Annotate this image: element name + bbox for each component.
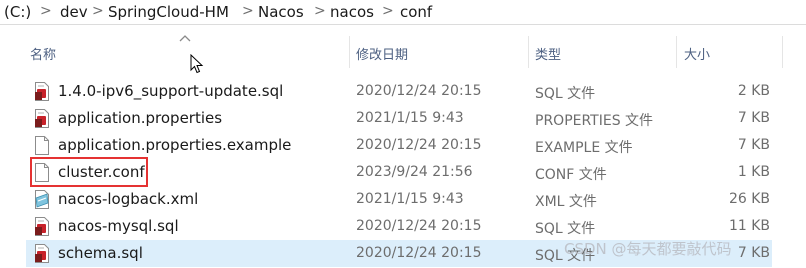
file-type: CONF 文件	[535, 167, 607, 183]
file-row[interactable]: application.properties.example 2020/12/2…	[26, 132, 772, 159]
file-type: EXAMPLE 文件	[535, 140, 633, 156]
file-size: 7 KB	[737, 110, 770, 126]
file-name: nacos-logback.xml	[58, 190, 199, 208]
breadcrumb: (C:) > dev > SpringCloud-HM > Nacos > na…	[0, 0, 806, 24]
sql-file-icon	[35, 217, 49, 236]
chevron-right-icon[interactable]: >	[92, 3, 104, 19]
file-name: schema.sql	[58, 244, 143, 262]
chevron-right-icon[interactable]: >	[242, 3, 254, 19]
chevron-right-icon[interactable]: >	[314, 3, 326, 19]
file-row[interactable]: 1.4.0-ipv6_support-update.sql 2020/12/24…	[26, 78, 772, 105]
chevron-right-icon[interactable]: >	[382, 3, 394, 19]
file-type: SQL 文件	[535, 221, 596, 237]
file-size: 1 KB	[737, 164, 770, 180]
file-type: PROPERTIES 文件	[535, 113, 654, 129]
file-size: 7 KB	[737, 245, 770, 261]
scrollbar[interactable]	[794, 36, 806, 268]
chevron-right-icon[interactable]: >	[40, 3, 52, 19]
blank-file-icon	[35, 136, 49, 155]
file-modified: 2023/9/24 21:56	[356, 164, 473, 180]
watermark: CSDN @每天都要敲代码	[564, 240, 732, 258]
column-header: 名称 修改日期 类型 大小	[0, 36, 806, 68]
file-size: 2 KB	[737, 83, 770, 99]
sql-file-icon	[35, 244, 49, 263]
breadcrumb-dev[interactable]: dev	[60, 3, 88, 21]
file-name: application.properties	[58, 109, 223, 127]
column-divider[interactable]	[528, 36, 529, 68]
file-type: SQL 文件	[535, 86, 596, 102]
file-name: nacos-mysql.sql	[58, 217, 179, 235]
breadcrumb-springcloud-hm[interactable]: SpringCloud-HM	[108, 3, 229, 21]
column-divider[interactable]	[676, 36, 677, 68]
column-header-name[interactable]: 名称	[30, 44, 56, 63]
column-header-type[interactable]: 类型	[535, 44, 561, 63]
breadcrumb-nacos-upper[interactable]: Nacos	[258, 3, 304, 21]
file-row[interactable]: nacos-mysql.sql 2020/12/24 20:15 SQL 文件 …	[26, 213, 772, 240]
file-modified: 2021/1/15 9:43	[356, 191, 464, 207]
file-row[interactable]: nacos-logback.xml 2021/1/15 9:43 XML 文件 …	[26, 186, 772, 213]
file-modified: 2020/12/24 20:15	[356, 245, 482, 261]
breadcrumb-conf[interactable]: conf	[400, 3, 432, 21]
annotation-highlight-box	[30, 157, 148, 187]
column-divider[interactable]	[782, 36, 783, 68]
column-divider[interactable]	[349, 36, 350, 68]
file-modified: 2020/12/24 20:15	[356, 218, 482, 234]
column-header-modified[interactable]: 修改日期	[356, 44, 408, 63]
file-modified: 2021/1/15 9:43	[356, 110, 464, 126]
breadcrumb-drive[interactable]: (C:)	[4, 3, 31, 21]
file-modified: 2020/12/24 20:15	[356, 137, 482, 153]
properties-file-icon	[35, 109, 49, 128]
column-header-size[interactable]: 大小	[684, 44, 710, 63]
sort-ascending-icon[interactable]	[179, 34, 191, 42]
file-name: application.properties.example	[58, 136, 292, 154]
file-modified: 2020/12/24 20:15	[356, 83, 482, 99]
file-name: 1.4.0-ipv6_support-update.sql	[58, 82, 284, 100]
breadcrumb-divider	[0, 24, 806, 25]
file-size: 11 KB	[728, 218, 770, 234]
breadcrumb-nacos[interactable]: nacos	[330, 3, 374, 21]
sql-file-icon	[35, 82, 49, 101]
file-size: 7 KB	[737, 137, 770, 153]
file-size: 26 KB	[728, 191, 770, 207]
file-type: XML 文件	[535, 194, 597, 210]
mouse-cursor-icon	[190, 54, 204, 74]
file-row[interactable]: application.properties 2021/1/15 9:43 PR…	[26, 105, 772, 132]
xml-file-icon	[35, 190, 49, 209]
